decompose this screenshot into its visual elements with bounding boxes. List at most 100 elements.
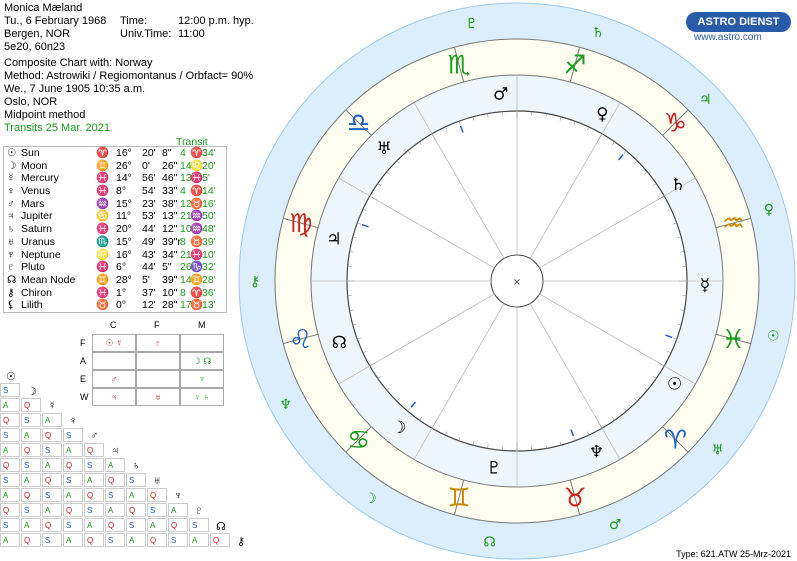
aspect-label: S [3, 521, 9, 530]
aspect-label: Q [3, 416, 10, 425]
degree-tick [611, 416, 615, 421]
degree-tick [369, 195, 377, 201]
planet-tmin: 34' [202, 147, 216, 159]
planet-sec: 5" [162, 261, 172, 274]
aspect-label: Q [171, 521, 178, 530]
aspect-label: A [3, 536, 9, 545]
aspect-cell: A [0, 533, 20, 547]
planet-sign: ♈ [96, 147, 110, 159]
house-line [413, 303, 505, 460]
planet-name: Chiron [21, 286, 52, 299]
house-line [338, 177, 495, 269]
wheel-center-circle [490, 254, 544, 308]
aspect-cell: A [21, 518, 41, 532]
astrodienst-logo[interactable]: ASTRO DIENST [686, 12, 791, 32]
aspect-cell: Q [147, 488, 167, 502]
radix-planet-glyph: ♂ [493, 85, 508, 105]
aspect-label: A [108, 506, 114, 515]
aspect-label: Q [24, 491, 31, 500]
sign-divider [569, 479, 581, 515]
degree-tick [545, 113, 547, 118]
degree-tick [559, 441, 562, 446]
degree-tick [357, 222, 362, 225]
planet-deg: 8° [116, 185, 127, 198]
aspect-cell: S [147, 503, 167, 517]
planet-row: ♅ Uranus ♏ 15° 49' 39"r 8 ♉ 39' [4, 236, 226, 249]
degree-tick [407, 150, 411, 155]
sign-divider [345, 426, 372, 453]
aspect-cell: Q [21, 533, 41, 547]
aspect-cell: A [21, 428, 41, 442]
aspect-glyph: ♄ [132, 460, 141, 472]
planet-sec: 46" [162, 172, 178, 185]
modality-cell: ♇ [136, 334, 180, 352]
planet-glyph: ☉ [7, 147, 17, 159]
aspect-marker [665, 334, 673, 339]
footer-type: Type: 621.ATW 25-Mrz-2021 [676, 549, 791, 559]
degree-tick [680, 251, 685, 253]
transit-planet-glyph: ♇ [465, 16, 478, 32]
aspect-cell: Q [63, 458, 83, 472]
zodiac-sign-glyph: ♍ [289, 209, 312, 239]
planet-row: ☊ Mean Node ♊ 28° 5' 39" 14 ♊ 28' [4, 274, 226, 287]
planet-name: Sun [21, 147, 40, 159]
aspect-label: S [66, 476, 72, 485]
aspect-label: Q [45, 431, 52, 440]
planet-row: ☿ Mercury ♓ 14° 56' 46" 13 ♓ 5' [4, 172, 226, 185]
aspect-cell: A [105, 503, 125, 517]
sign-divider [569, 47, 581, 83]
aspect-label: A [3, 446, 9, 455]
degree-tick [672, 337, 677, 340]
aspect-cell: A [147, 518, 167, 532]
sign-divider [453, 479, 465, 515]
degree-tick [472, 441, 475, 446]
planet-sec: 34" [162, 248, 178, 261]
planet-sec: 39" [162, 273, 178, 286]
aspect-glyph: ☊ [216, 521, 226, 533]
degree-tick [677, 323, 682, 326]
aspect-label: A [87, 521, 93, 530]
aspect-label: S [3, 476, 9, 485]
degree-tick [396, 398, 400, 402]
degree-tick [431, 133, 437, 141]
radix-planet-glyph: ☉ [667, 374, 682, 394]
degree-tick [611, 141, 615, 146]
degree-tick [573, 436, 576, 441]
radix-planet-glyph: ☊ [332, 333, 347, 353]
planet-row: ⚷ Chiron ♓ 1° 37' 10" 8 ♈ 36' [4, 287, 226, 300]
aspect-label: S [66, 521, 72, 530]
planet-name: Venus [21, 185, 51, 198]
planet-min: 20' [142, 147, 156, 159]
degree-tick [349, 309, 354, 311]
aspect-cell: A [63, 443, 83, 457]
aspect-cell: Q [63, 503, 83, 517]
planet-row: ♇ Pluto ♓ 6° 44' 5" 26 ♑ 32' [4, 261, 226, 274]
planet-glyph: ☿ [7, 172, 15, 185]
aspect-label: A [3, 491, 9, 500]
aspect-cell: S [42, 488, 62, 502]
transit-planet-glyph: ♅ [711, 442, 724, 458]
degree-tick [362, 208, 367, 212]
planet-sign: ♓ [96, 172, 110, 185]
aspect-grid: ☉ ☽ S ☿ A Q ♀ Q S A ♂ S A Q S ♃ A Q S A Q ♄ Q S A Q S A ♅ S A Q S A Q S ♆ A Q S… [0, 360, 300, 560]
modality-cell: ☉ ☿ [92, 334, 136, 352]
planet-row: ☽ Moon ♊ 26° 0' 26" 14 ♌ 20' [4, 160, 226, 173]
planet-sec: 39"r [162, 235, 181, 248]
aspect-glyph: ♆ [174, 490, 183, 502]
aspect-label: Q [87, 446, 94, 455]
sign-divider [662, 426, 689, 453]
aspect-cell: A [0, 488, 20, 502]
aspect-label: A [66, 536, 72, 545]
planet-sign: ♌ [96, 248, 110, 261]
aspect-label: A [24, 431, 30, 440]
transit-planet-glyph: ♀ [764, 202, 774, 218]
degree-tick [652, 375, 657, 379]
degree-tick [677, 236, 682, 239]
astrodienst-url[interactable]: www.astro.com [694, 32, 762, 43]
radix-planet-glyph: ♅ [376, 139, 391, 159]
aspect-label: S [108, 536, 114, 545]
center-mark: × [513, 277, 521, 288]
time-label: Time: [120, 15, 148, 27]
degree-tick [667, 350, 672, 354]
planet-min: 53' [142, 210, 156, 223]
